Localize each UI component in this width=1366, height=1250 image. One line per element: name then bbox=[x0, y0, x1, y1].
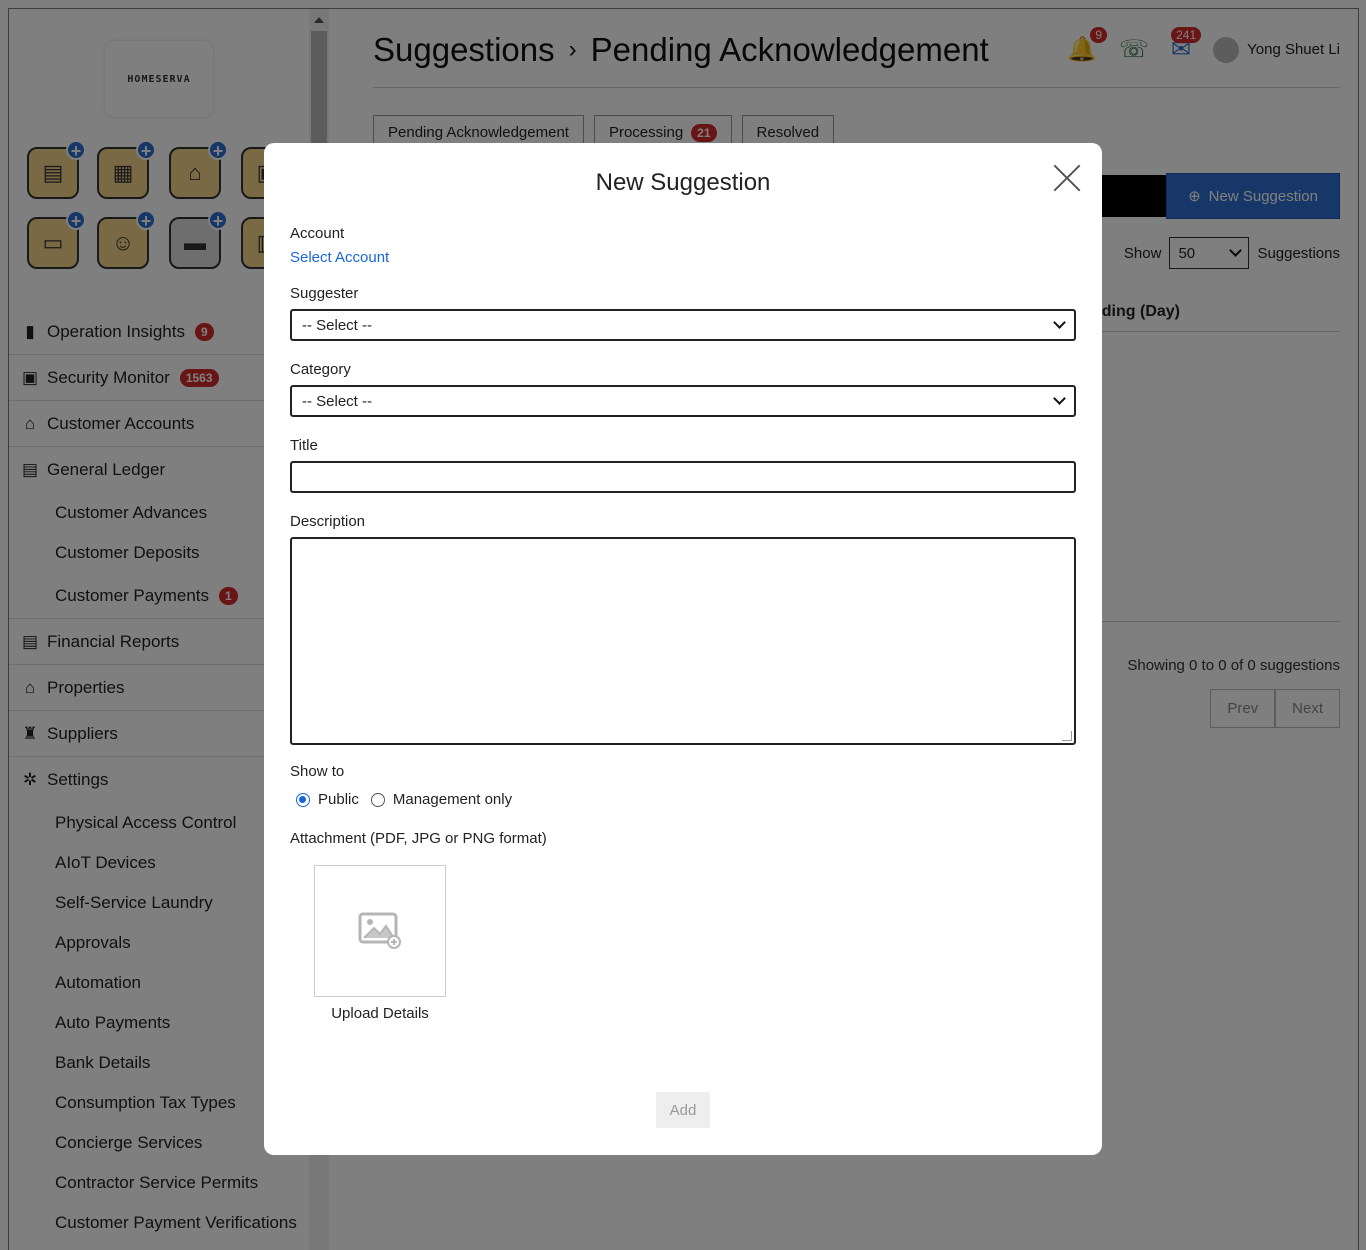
chevron-down-icon bbox=[1053, 316, 1066, 329]
account-label: Account bbox=[290, 225, 345, 242]
chevron-down-icon bbox=[1053, 392, 1066, 405]
category-value: -- Select -- bbox=[302, 392, 373, 410]
show-to-label: Show to bbox=[290, 763, 345, 780]
upload-dropzone[interactable] bbox=[314, 865, 446, 997]
resize-handle-icon[interactable] bbox=[1062, 731, 1072, 741]
suggester-value: -- Select -- bbox=[302, 316, 373, 334]
modal-title: New Suggestion bbox=[595, 169, 771, 196]
show-to-radio-group: Public Management only bbox=[296, 791, 512, 808]
upload-caption: Upload Details bbox=[331, 1005, 429, 1022]
category-select[interactable]: -- Select -- bbox=[290, 385, 1076, 417]
category-label: Category bbox=[290, 361, 351, 378]
description-label: Description bbox=[290, 513, 366, 530]
management-only-radio-label[interactable]: Management only bbox=[393, 791, 512, 808]
add-button[interactable]: Add bbox=[656, 1092, 710, 1128]
management-only-radio[interactable] bbox=[370, 792, 385, 807]
image-upload-icon bbox=[358, 912, 401, 949]
public-radio-label[interactable]: Public bbox=[318, 791, 359, 808]
public-radio[interactable] bbox=[296, 792, 310, 807]
title-label: Title bbox=[290, 437, 318, 454]
suggester-select[interactable]: -- Select -- bbox=[290, 309, 1076, 341]
select-account-link[interactable]: Select Account bbox=[290, 249, 389, 266]
title-input[interactable] bbox=[290, 461, 1076, 493]
suggester-label: Suggester bbox=[290, 285, 359, 302]
attachment-label: Attachment (PDF, JPG or PNG format) bbox=[290, 830, 547, 847]
close-icon[interactable] bbox=[1052, 163, 1082, 193]
new-suggestion-modal: New Suggestion Account Select Account Su… bbox=[264, 143, 1102, 1155]
description-textarea[interactable] bbox=[290, 537, 1076, 745]
